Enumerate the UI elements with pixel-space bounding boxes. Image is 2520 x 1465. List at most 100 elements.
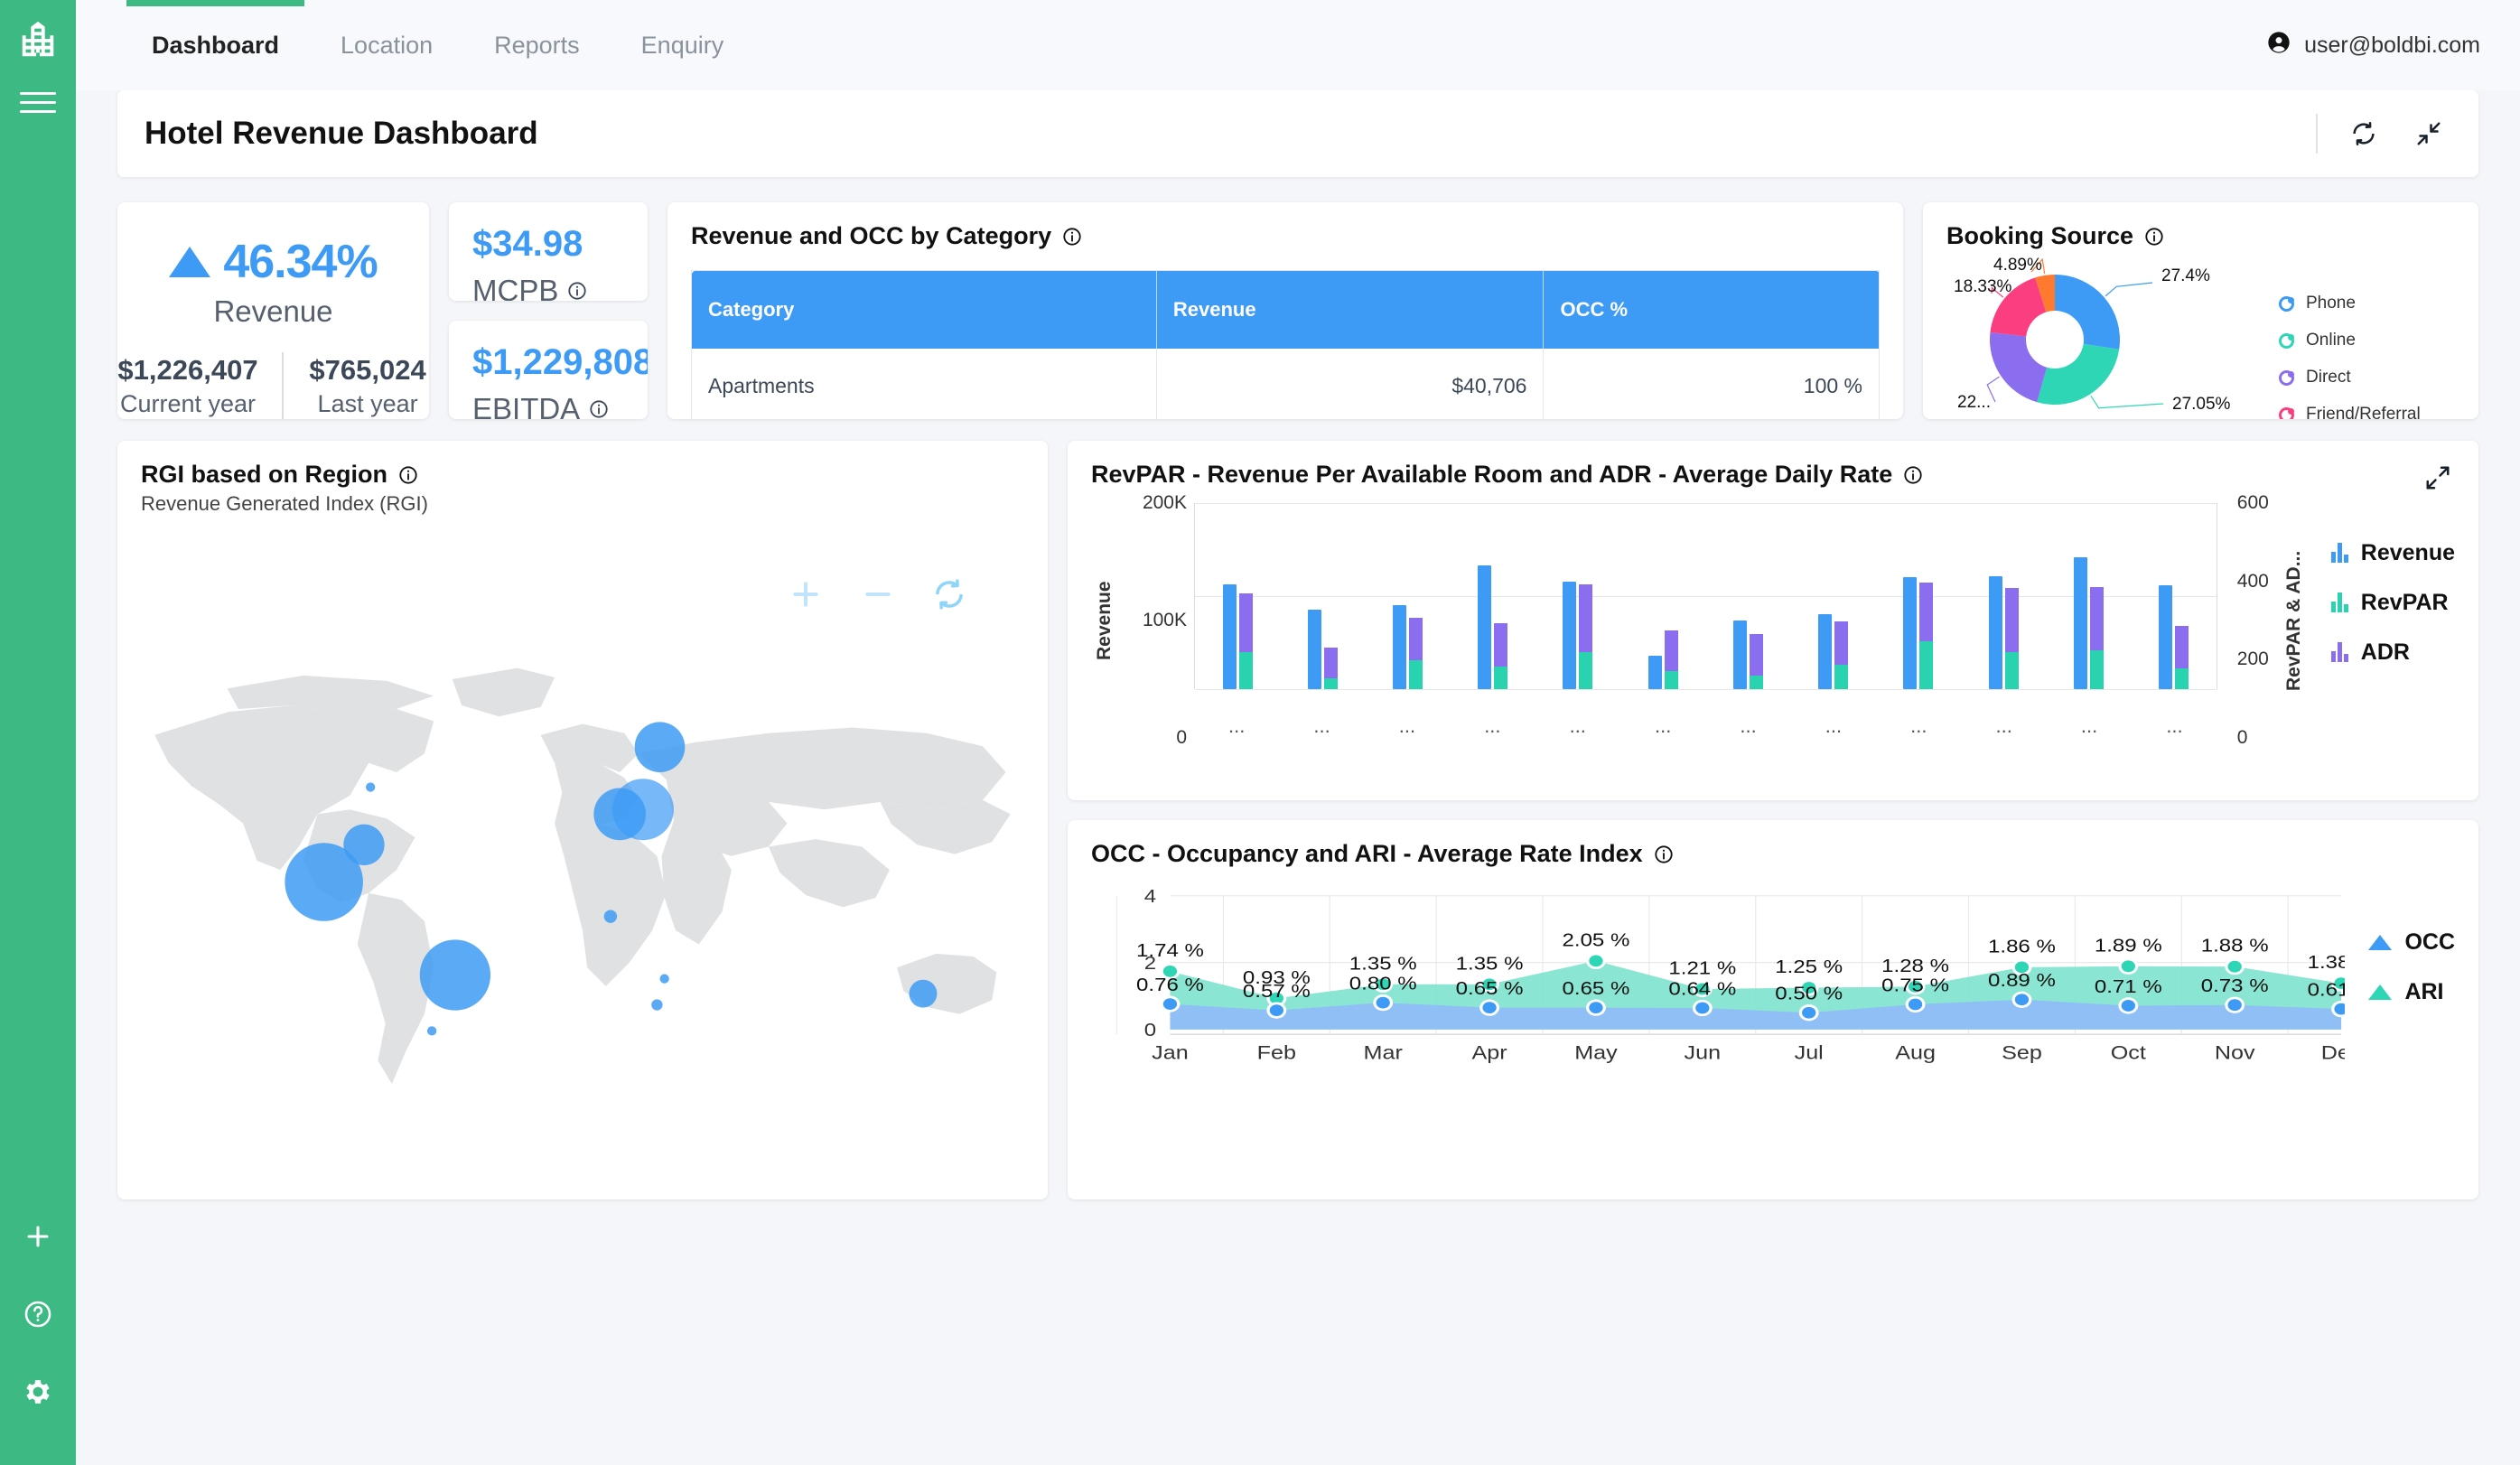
bar-adr[interactable]	[1749, 633, 1763, 676]
bar-stack-adr-revpar[interactable]	[2175, 625, 2189, 689]
legend-item-friend-referral[interactable]: Friend/Referral	[2279, 405, 2421, 419]
bar-revpar[interactable]	[1494, 667, 1508, 689]
bar-adr[interactable]	[1834, 621, 1849, 665]
bar-group[interactable]	[1222, 503, 1253, 689]
bar-revpar[interactable]	[2089, 650, 2104, 689]
data-point-occ[interactable]	[1482, 1002, 1497, 1014]
legend-item-direct[interactable]: Direct	[2279, 368, 2421, 387]
bar-revenue[interactable]	[1393, 605, 1407, 689]
legend-item-online[interactable]: Online	[2279, 331, 2421, 350]
bar-revenue[interactable]	[2073, 556, 2087, 689]
bar-group[interactable]	[1988, 503, 2019, 689]
info-icon[interactable]	[398, 465, 418, 485]
bar-revenue[interactable]	[1222, 583, 1237, 689]
bar-stack-adr-revpar[interactable]	[1749, 633, 1763, 689]
gear-icon[interactable]	[19, 1373, 57, 1411]
data-point-occ[interactable]	[2121, 1000, 2135, 1012]
world-map[interactable]	[117, 549, 1048, 1181]
bar-adr[interactable]	[1919, 582, 1934, 641]
bar-revpar[interactable]	[1919, 640, 1934, 689]
donut-slice-direct[interactable]	[1990, 331, 2048, 403]
bar-group[interactable]	[1818, 503, 1849, 689]
data-point-ari[interactable]	[2227, 960, 2242, 973]
legend-item-revenue[interactable]: Revenue	[2330, 540, 2455, 566]
bar-revpar[interactable]	[1579, 651, 1593, 689]
hamburger-menu-icon[interactable]	[20, 89, 56, 116]
bar-adr[interactable]	[1238, 593, 1253, 652]
legend-item-occ[interactable]: OCC	[2368, 929, 2455, 956]
bar-stack-adr-revpar[interactable]	[2004, 588, 2019, 689]
data-point-occ[interactable]	[1908, 998, 1923, 1011]
bar-stack-adr-revpar[interactable]	[1494, 623, 1508, 689]
bar-adr[interactable]	[2175, 625, 2189, 668]
column-header-category[interactable]: Category	[691, 270, 1157, 349]
bar-group[interactable]	[2073, 503, 2104, 689]
tab-location[interactable]: Location	[310, 0, 463, 90]
legend-item-phone[interactable]: Phone	[2279, 294, 2421, 313]
data-point-occ[interactable]	[1589, 1002, 1603, 1014]
bar-revenue[interactable]	[1732, 620, 1747, 689]
donut-slice-phone[interactable]	[2055, 275, 2120, 350]
bar-revpar[interactable]	[2004, 651, 2019, 689]
info-icon[interactable]	[1903, 465, 1923, 485]
info-icon[interactable]	[1062, 227, 1082, 247]
bar-stack-adr-revpar[interactable]	[1323, 647, 1338, 689]
data-point-occ[interactable]	[1802, 1006, 1816, 1019]
bar-adr[interactable]	[1664, 630, 1678, 672]
bar-adr[interactable]	[1579, 583, 1593, 652]
column-header-revenue[interactable]: Revenue	[1156, 270, 1545, 349]
refresh-icon[interactable]	[932, 577, 966, 616]
bar-group[interactable]	[1478, 503, 1508, 689]
bar-revenue[interactable]	[1903, 577, 1918, 689]
info-icon[interactable]	[2144, 227, 2164, 247]
bar-adr[interactable]	[1494, 623, 1508, 667]
legend-item-ari[interactable]: ARI	[2368, 979, 2455, 1005]
bar-revpar[interactable]	[1834, 664, 1849, 689]
bar-stack-adr-revpar[interactable]	[1409, 618, 1423, 689]
bar-adr[interactable]	[1323, 647, 1338, 678]
legend-item-revpar[interactable]: RevPAR	[2330, 590, 2455, 616]
bar-stack-adr-revpar[interactable]	[1834, 621, 1849, 689]
column-header-occ[interactable]: OCC %	[1543, 270, 1880, 349]
data-point-occ[interactable]	[1376, 996, 1390, 1009]
data-point-ari[interactable]	[1589, 955, 1603, 967]
bar-revenue[interactable]	[1563, 581, 1577, 689]
bar-adr[interactable]	[2004, 588, 2019, 652]
data-point-occ[interactable]	[2014, 994, 2030, 1006]
bar-stack-adr-revpar[interactable]	[2089, 586, 2104, 689]
bar-adr[interactable]	[2089, 586, 2104, 651]
bar-revenue[interactable]	[1818, 613, 1833, 689]
bar-revenue[interactable]	[1647, 655, 1662, 689]
bar-group[interactable]	[1732, 503, 1763, 689]
user-menu[interactable]: user@boldbi.com	[2266, 30, 2480, 61]
help-circle-icon[interactable]	[19, 1295, 57, 1333]
revpar-plot-area[interactable]	[1194, 503, 2217, 690]
bar-group[interactable]	[1647, 503, 1678, 689]
info-icon[interactable]	[589, 399, 609, 419]
bar-revpar[interactable]	[2175, 668, 2189, 689]
bar-revenue[interactable]	[1478, 565, 1492, 689]
bar-stack-adr-revpar[interactable]	[1238, 593, 1253, 689]
legend-item-adr[interactable]: ADR	[2330, 639, 2455, 666]
bar-group[interactable]	[1903, 503, 1934, 689]
bar-stack-adr-revpar[interactable]	[1664, 630, 1678, 689]
occ-area-chart[interactable]: 0241.74 %0.93 %1.35 % 1.35 %2.05 %1.21 % 1…	[1091, 884, 2346, 1074]
minus-icon[interactable]	[860, 576, 896, 617]
bar-revpar[interactable]	[1749, 675, 1763, 689]
refresh-icon[interactable]	[2345, 115, 2383, 153]
bar-revenue[interactable]	[1307, 610, 1321, 689]
info-icon[interactable]	[567, 281, 587, 301]
bar-adr[interactable]	[1409, 618, 1423, 661]
tab-enquiry[interactable]: Enquiry	[611, 0, 755, 90]
bar-revpar[interactable]	[1664, 671, 1678, 689]
bar-group[interactable]	[1393, 503, 1423, 689]
data-point-occ[interactable]	[1695, 1002, 1710, 1014]
bar-revpar[interactable]	[1323, 678, 1338, 689]
data-point-occ[interactable]	[2227, 999, 2242, 1012]
bar-revenue[interactable]	[2159, 584, 2173, 689]
booking-source-donut-chart[interactable]: 27.4% 27.05% 22... 18.33% 4.89%	[1946, 254, 2263, 419]
tab-dashboard[interactable]: Dashboard	[121, 0, 310, 90]
data-point-occ[interactable]	[1162, 998, 1178, 1010]
bar-revpar[interactable]	[1238, 651, 1253, 689]
collapse-arrows-icon[interactable]	[2410, 115, 2448, 153]
